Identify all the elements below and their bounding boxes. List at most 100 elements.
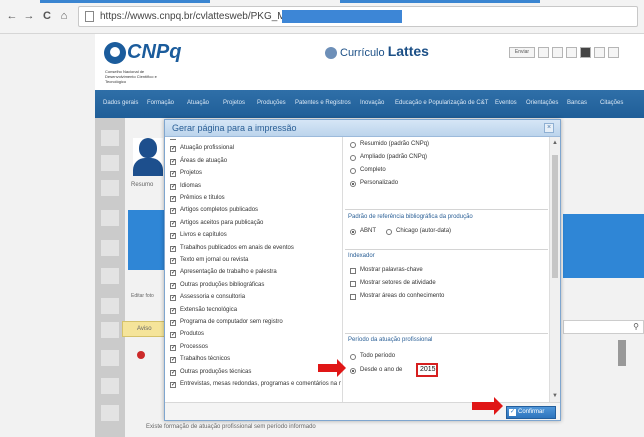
- dialog-scrollbar[interactable]: ▲ ▼: [549, 137, 560, 402]
- section-label: Projetos: [180, 170, 203, 177]
- scroll-up-icon[interactable]: ▲: [552, 140, 558, 146]
- print-icon[interactable]: [538, 47, 549, 58]
- forward-icon[interactable]: →: [22, 9, 36, 23]
- checkbox-checked[interactable]: ✓: [170, 146, 176, 153]
- side-icon[interactable]: [101, 240, 119, 256]
- checkbox-checked[interactable]: ✓: [170, 295, 176, 302]
- radio-icon[interactable]: [350, 155, 356, 161]
- tool-icon[interactable]: [580, 47, 591, 58]
- side-icon[interactable]: [101, 180, 119, 196]
- side-icon[interactable]: [101, 298, 119, 314]
- menu-item[interactable]: Atuação: [187, 100, 209, 106]
- section-label: Extensão tecnológica: [180, 306, 238, 313]
- checkbox-checked[interactable]: ✓: [170, 245, 176, 252]
- section-label: Processos: [180, 343, 209, 350]
- checkbox-checked[interactable]: ✓: [170, 220, 176, 227]
- radio-icon[interactable]: [350, 142, 356, 148]
- section-label: Entrevistas, mesas redondas, programas e…: [180, 381, 341, 387]
- year-input[interactable]: 2015: [416, 363, 438, 377]
- section-label: Atuação profissional: [180, 145, 235, 152]
- menu-item[interactable]: Citações: [600, 100, 623, 106]
- home-icon[interactable]: ⌂: [57, 9, 71, 23]
- page-icon: [85, 11, 94, 22]
- cnpq-logo-icon: [104, 42, 126, 64]
- menu-item[interactable]: Educação e Popularização de C&T: [395, 100, 488, 106]
- side-icon[interactable]: [101, 322, 119, 338]
- lattes-brand[interactable]: Currículo Lattes: [325, 43, 429, 60]
- radio-icon[interactable]: [350, 168, 356, 174]
- section-label: Produtos: [180, 331, 205, 338]
- browser-toolbar: ← → C ⌂ https://wwws.cnpq.br/cvlattesweb…: [0, 0, 644, 34]
- radio-icon[interactable]: [350, 354, 356, 360]
- scroll-indicator: [618, 340, 626, 366]
- menu-item[interactable]: Orientações: [526, 100, 558, 106]
- tool-icon[interactable]: [552, 47, 563, 58]
- send-button[interactable]: Enviar: [509, 47, 535, 58]
- checkbox-checked[interactable]: ✓: [170, 183, 176, 190]
- side-icon[interactable]: [101, 378, 119, 394]
- side-icon[interactable]: [101, 405, 119, 421]
- tool-icon[interactable]: [566, 47, 577, 58]
- side-icon[interactable]: [101, 130, 119, 146]
- radio-icon[interactable]: [350, 181, 356, 187]
- redacted-url-part: [282, 10, 402, 23]
- checkbox-checked[interactable]: ✓: [170, 171, 176, 178]
- sections-list: ✓Formação acadêmica/titulação✓Atuação pr…: [170, 139, 341, 401]
- menu-item[interactable]: Produções: [257, 100, 286, 106]
- print-dialog: Gerar página para a impressão × ✓Formaçã…: [164, 119, 561, 421]
- edit-photo-link[interactable]: Editar foto: [131, 293, 154, 299]
- checkbox-checked[interactable]: ✓: [170, 344, 176, 351]
- radio-icon[interactable]: [386, 229, 392, 235]
- help-icon[interactable]: [594, 47, 605, 58]
- search-box[interactable]: ⚲: [563, 320, 644, 334]
- menu-item[interactable]: Eventos: [495, 100, 517, 106]
- checkbox-checked[interactable]: ✓: [170, 369, 176, 376]
- address-bar[interactable]: https://wwws.cnpq.br/cvlattesweb/PKG_MEN…: [78, 6, 638, 27]
- side-icon[interactable]: [101, 350, 119, 366]
- section-label: Idiomas: [180, 182, 202, 189]
- main-menu: Dados gerais Formação Atuação Projetos P…: [95, 90, 644, 118]
- radio-icon[interactable]: [350, 368, 356, 374]
- checkbox-checked[interactable]: ✓: [170, 282, 176, 289]
- menu-item[interactable]: Formação: [147, 100, 174, 106]
- cnpq-logo[interactable]: CNPq: [127, 41, 181, 64]
- checkbox-checked[interactable]: ✓: [170, 233, 176, 240]
- menu-item[interactable]: Projetos: [223, 100, 245, 106]
- checkbox[interactable]: [350, 281, 356, 287]
- radio-icon[interactable]: [350, 229, 356, 235]
- section-label: Outras produções bibliográficas: [180, 281, 265, 288]
- checkbox-checked[interactable]: ✓: [170, 158, 176, 165]
- checkbox-checked[interactable]: ✓: [170, 270, 176, 277]
- checkbox-checked[interactable]: ✓: [170, 196, 176, 202]
- checkbox-checked[interactable]: ✓: [170, 139, 176, 140]
- menu-item[interactable]: Inovação: [360, 100, 384, 106]
- resumo-panel: [128, 210, 164, 270]
- side-icon[interactable]: [101, 155, 119, 171]
- checkbox-checked[interactable]: ✓: [170, 320, 176, 326]
- scroll-down-icon[interactable]: ▼: [552, 393, 558, 399]
- annotation-arrow: [472, 397, 503, 415]
- menu-item[interactable]: Bancas: [567, 100, 587, 106]
- search-icon[interactable]: ⚲: [633, 322, 639, 331]
- checkbox-checked[interactable]: ✓: [170, 357, 176, 364]
- back-icon[interactable]: ←: [5, 9, 19, 23]
- period-option-selected[interactable]: Desde o ano de 2015: [350, 363, 460, 377]
- confirm-button[interactable]: ✓ Confirmar: [506, 406, 556, 419]
- menu-item[interactable]: Dados gerais: [103, 100, 138, 106]
- menu-item[interactable]: Patentes e Registros: [295, 100, 351, 106]
- reload-icon[interactable]: C: [40, 9, 54, 23]
- checkbox-checked[interactable]: ✓: [170, 258, 176, 264]
- checkbox-checked[interactable]: ✓: [170, 332, 176, 339]
- scroll-thumb[interactable]: [552, 155, 558, 278]
- checkbox-checked[interactable]: ✓: [170, 382, 176, 388]
- section-label: Prêmios e títulos: [180, 195, 225, 201]
- checkbox[interactable]: [350, 294, 356, 300]
- checkbox-checked[interactable]: ✓: [170, 208, 176, 215]
- checkbox[interactable]: [350, 268, 356, 274]
- checkbox-checked[interactable]: ✓: [170, 307, 176, 314]
- side-icon[interactable]: [101, 268, 119, 284]
- exit-icon[interactable]: [608, 47, 619, 58]
- profile-avatar: [133, 138, 163, 176]
- close-icon[interactable]: ×: [544, 123, 554, 133]
- side-icon[interactable]: [101, 210, 119, 226]
